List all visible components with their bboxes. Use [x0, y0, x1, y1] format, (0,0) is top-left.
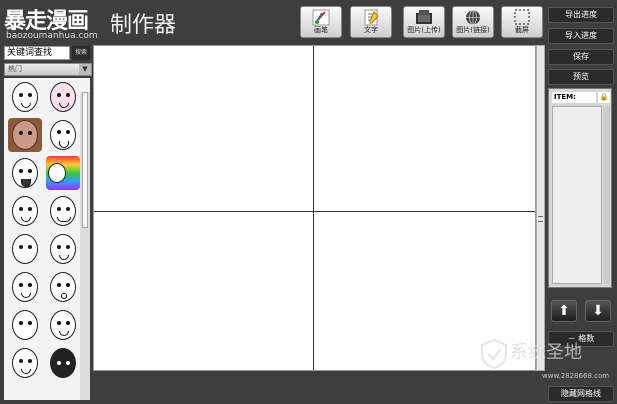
item-panel: ITEM: 🔒: [548, 88, 612, 288]
thinking-face-icon: [12, 310, 38, 340]
sticker-item[interactable]: [46, 308, 80, 342]
image-link-label: 图片(链接): [456, 26, 490, 34]
brush-icon: [312, 9, 330, 26]
sticker-item[interactable]: [8, 232, 42, 266]
brush-tool-button[interactable]: 画笔: [300, 6, 342, 38]
grid-line-vertical: [313, 46, 314, 370]
girl-face-icon: [50, 234, 76, 264]
item-list[interactable]: [552, 106, 602, 284]
grid-count-label: 格数: [578, 334, 595, 343]
sticker-item[interactable]: [46, 118, 80, 152]
yelling-face-icon: [12, 158, 38, 188]
sticker-item[interactable]: [8, 270, 42, 304]
sticker-item[interactable]: [8, 346, 42, 380]
category-selected: 热门: [8, 65, 22, 73]
sticker-scroll-thumb[interactable]: [82, 92, 88, 228]
crying-face-icon: [50, 82, 76, 112]
grid-line-horizontal: [94, 211, 535, 212]
troll-face-icon: [50, 196, 76, 226]
sticker-item[interactable]: [8, 80, 42, 114]
image-upload-icon: [416, 10, 432, 24]
grid-count-button[interactable]: － 格数: [548, 331, 614, 347]
laughing-face-icon: [50, 120, 76, 150]
screenshot-button[interactable]: 截屏: [501, 6, 543, 38]
shocked-face-icon: [12, 348, 38, 378]
logo: 暴走漫画 baozoumanhua.com 制作器: [4, 3, 200, 43]
rainbow-face-icon: [48, 163, 66, 183]
sticker-item[interactable]: [46, 270, 80, 304]
image-link-icon: [466, 10, 480, 25]
screenshot-label: 截屏: [515, 26, 529, 34]
logo-domain: baozoumanhua.com: [6, 31, 98, 41]
image-upload-label: 图片(上传): [407, 26, 441, 34]
sticker-item[interactable]: [46, 156, 80, 190]
sticker-item[interactable]: [46, 346, 80, 380]
sticker-item[interactable]: [46, 194, 80, 228]
arrow-down-icon: ⬇: [592, 303, 604, 319]
sticker-item[interactable]: [46, 80, 80, 114]
search-button[interactable]: 搜索: [72, 46, 90, 60]
photo-face-icon: [12, 120, 38, 150]
comic-canvas[interactable]: [93, 45, 536, 371]
text-tool-button[interactable]: 文字: [350, 6, 392, 38]
sticker-item[interactable]: [8, 118, 42, 152]
old-man-face-icon: [12, 272, 38, 302]
lock-icon[interactable]: 🔒: [598, 92, 610, 103]
logo-maker-title: 制作器: [110, 13, 177, 38]
surprised-face-icon: [50, 272, 76, 302]
sticker-scrollbar[interactable]: [80, 92, 90, 400]
sticker-item[interactable]: [8, 156, 42, 190]
import-progress-button[interactable]: 导入进度: [548, 28, 614, 44]
app-window: 暴走漫画 baozoumanhua.com 制作器 画笔 文字 图片(上传) 图…: [0, 0, 617, 404]
image-link-button[interactable]: 图片(链接): [452, 6, 494, 38]
preview-button[interactable]: 预览: [548, 69, 614, 85]
item-list-scrollbar[interactable]: [604, 106, 610, 284]
save-button[interactable]: 保存: [548, 49, 614, 65]
canvas-scrollbar[interactable]: [536, 45, 545, 371]
text-icon: [364, 9, 379, 26]
screenshot-icon: [514, 9, 530, 25]
sweating-face-icon: [12, 196, 38, 226]
smug-face-icon: [50, 310, 76, 340]
rage-face-icon: [12, 82, 38, 112]
image-upload-button[interactable]: 图片(上传): [403, 6, 445, 38]
brush-tool-label: 画笔: [314, 26, 328, 34]
dark-hair-face-icon: [50, 348, 76, 378]
chevron-down-icon[interactable]: ▼: [79, 64, 91, 75]
move-up-button[interactable]: ⬆: [551, 300, 577, 322]
text-tool-label: 文字: [364, 26, 378, 34]
move-down-button[interactable]: ⬇: [585, 300, 611, 322]
grid-minus: －: [567, 334, 576, 343]
export-progress-button[interactable]: 导出进度: [548, 7, 614, 23]
sticker-item[interactable]: [8, 308, 42, 342]
search-input[interactable]: 关键词查找: [4, 46, 70, 60]
hide-grid-button[interactable]: 隐藏网格线: [548, 386, 614, 402]
category-select[interactable]: 热门 ▼: [4, 63, 92, 76]
sticker-item[interactable]: [46, 232, 80, 266]
watermark-url: www.2828668.com: [542, 372, 610, 380]
scroll-grip-icon: [538, 216, 543, 222]
arrow-up-icon: ⬆: [558, 303, 570, 319]
item-label: ITEM:: [552, 92, 596, 103]
sticker-panel: [4, 78, 90, 400]
sticker-item[interactable]: [8, 194, 42, 228]
ghost-face-icon: [12, 234, 38, 264]
